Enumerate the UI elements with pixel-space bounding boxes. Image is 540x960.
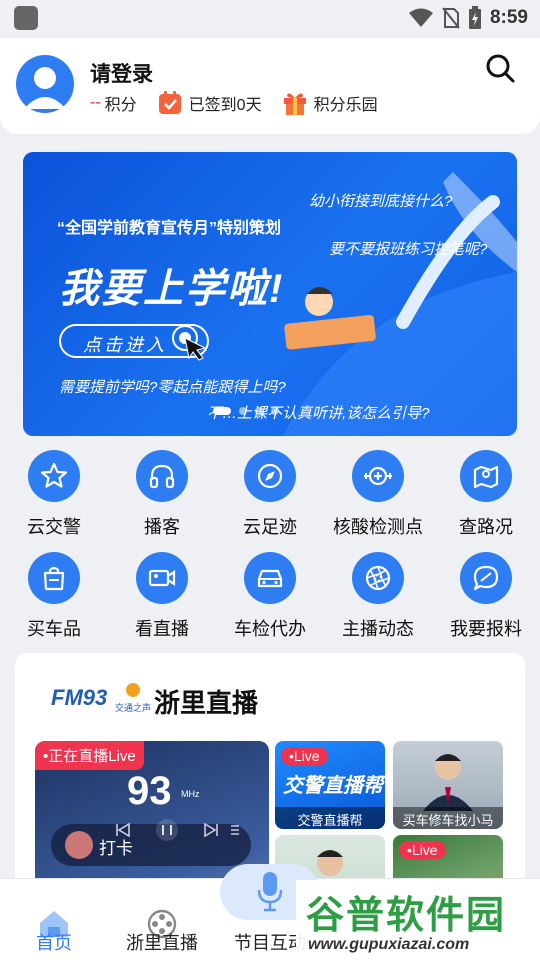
tab-live[interactable]: 浙里直播 xyxy=(108,879,216,953)
app-notification-icon xyxy=(14,6,38,30)
live-tile-traffic-police[interactable]: •Live 交警直播帮 交警直播帮 xyxy=(275,741,385,829)
status-bar: 8:59 xyxy=(0,0,540,36)
grid-item-cloud-police[interactable]: 云交警 xyxy=(0,450,108,539)
status-time: 8:59 xyxy=(489,7,528,28)
live-badge: •Live xyxy=(281,747,328,765)
grid-item-host-feed[interactable]: 主播动态 xyxy=(324,552,432,641)
chat-icon xyxy=(473,565,499,591)
grid-item-label: 主播动态 xyxy=(342,619,414,639)
fm93-logo: FM93 交通之声 xyxy=(51,683,151,713)
logo-subtext: 交通之声 xyxy=(115,702,151,713)
host-avatar xyxy=(65,831,93,859)
banner-question: 需要提前学吗?零起点能跟得上吗? xyxy=(59,379,286,396)
grid-item-car-goods[interactable]: 买车品 xyxy=(0,552,108,641)
shopping-bag-icon xyxy=(43,566,65,591)
points-value: -- xyxy=(90,94,101,111)
pagination-dot[interactable] xyxy=(271,407,279,415)
grid-item-label: 核酸检测点 xyxy=(333,517,423,537)
grid-item-label: 买车品 xyxy=(27,619,81,639)
promo-banner[interactable]: 幼小衔接到底接什么? “全国学前教育宣传月”特别策划 要不要报班练习控笔呢? 我… xyxy=(23,152,517,436)
map-pin-icon xyxy=(473,465,499,489)
calendar-check-icon xyxy=(158,91,181,114)
pause-icon[interactable] xyxy=(156,819,178,841)
grid-item-footprint[interactable]: 云足迹 xyxy=(216,450,324,539)
gift-icon xyxy=(283,93,306,115)
signin-status[interactable]: 已签到0天 xyxy=(189,91,262,115)
grid-item-label: 我要报料 xyxy=(450,619,522,639)
logo-text: FM93 xyxy=(51,685,107,710)
grid-item-podcast[interactable]: 播客 xyxy=(108,450,216,539)
playlist-icon[interactable] xyxy=(231,825,239,835)
frequency: 93 xyxy=(127,769,172,813)
points-label[interactable]: 积分 xyxy=(105,91,137,115)
video-camera-icon xyxy=(148,569,176,587)
pagination-dot[interactable] xyxy=(239,407,247,415)
grid-item-label: 云交警 xyxy=(27,517,81,537)
frequency-unit: MHz xyxy=(181,789,200,799)
avatar[interactable] xyxy=(16,55,74,113)
grid-item-label: 看直播 xyxy=(135,619,189,639)
grid-item-label: 云足迹 xyxy=(243,517,297,537)
wifi-icon xyxy=(408,8,433,27)
grid-item-label: 车检代办 xyxy=(234,619,306,639)
next-icon[interactable] xyxy=(204,822,218,838)
previous-icon[interactable] xyxy=(116,822,130,838)
cursor-click-icon xyxy=(172,325,207,361)
live-badge: •正在直播Live xyxy=(35,741,144,770)
microphone-icon xyxy=(257,872,283,912)
banner-subtitle: “全国学前教育宣传月”特别策划 xyxy=(57,220,282,237)
banner-question: 要不要报班练习控笔呢? xyxy=(329,241,488,258)
pagination-dot[interactable] xyxy=(255,407,263,415)
banner-question: 幼小衔接到底接什么? xyxy=(309,193,453,210)
points-mall-link[interactable]: 积分乐园 xyxy=(314,91,378,115)
tile-title: 交警直播帮 xyxy=(283,775,383,797)
grid-item-nucleic-test[interactable]: 核酸检测点 xyxy=(324,450,432,539)
grid-item-inspection[interactable]: 车检代办 xyxy=(216,552,324,641)
grid-item-traffic[interactable]: 查路况 xyxy=(432,450,540,539)
grid-item-label: 播客 xyxy=(144,517,180,537)
banner-pagination[interactable] xyxy=(213,407,279,415)
virus-test-icon xyxy=(364,466,392,486)
tile-caption: 交警直播帮 xyxy=(275,807,385,829)
navigation-icon xyxy=(257,463,283,489)
host-photo xyxy=(423,754,473,811)
grid-item-report[interactable]: 我要报料 xyxy=(432,552,540,641)
grid-item-label: 查路况 xyxy=(459,517,513,537)
battery-icon xyxy=(468,6,481,29)
live-badge: •Live xyxy=(399,841,446,859)
tab-home[interactable]: 首页 xyxy=(0,879,108,953)
watermark: 谷普软件园 www.gupuxiazai.com xyxy=(296,880,540,960)
tile-caption: 买车修车找小马 xyxy=(393,807,503,829)
watermark-title: 谷普软件园 xyxy=(306,895,507,937)
section-title: 浙里直播 xyxy=(154,688,259,718)
tab-label: 首页 xyxy=(36,933,72,953)
banner-title: 我要上学啦! xyxy=(59,267,285,311)
aperture-icon xyxy=(365,565,391,591)
headphones-icon xyxy=(149,464,175,489)
no-sim-icon xyxy=(442,7,460,29)
playback-controls xyxy=(116,819,239,841)
player-controls: 打卡 xyxy=(51,819,251,866)
live-tile-car-repair[interactable]: 买车修车找小马 xyxy=(393,741,503,829)
login-prompt[interactable]: 请登录 xyxy=(90,58,153,88)
pagination-dot[interactable] xyxy=(213,407,231,415)
car-icon xyxy=(257,569,283,588)
star-icon xyxy=(40,462,68,488)
user-header: 请登录 -- 积分 已签到0天 积分乐园 xyxy=(0,38,540,134)
watermark-url: www.gupuxiazai.com xyxy=(308,936,470,953)
tab-label: 浙里直播 xyxy=(126,933,198,953)
user-avatar-icon xyxy=(24,67,66,109)
grid-item-watch-live[interactable]: 看直播 xyxy=(108,552,216,641)
search-icon[interactable] xyxy=(484,52,516,84)
